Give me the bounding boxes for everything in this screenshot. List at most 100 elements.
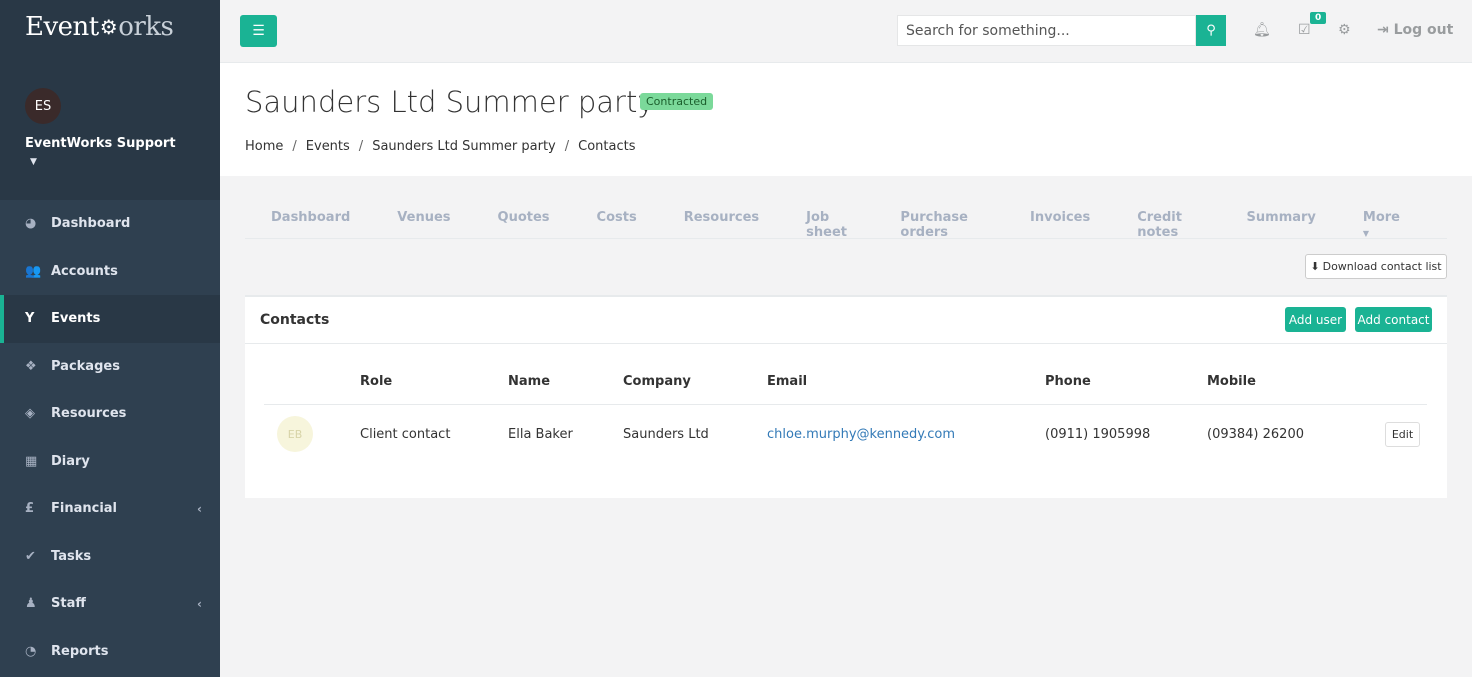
email-link[interactable]: chloe.murphy@kennedy.com [767, 427, 955, 442]
sidebar-item-staff[interactable]: ♟ Staff ‹ [0, 580, 220, 628]
sidebar: Event ⚙ orks ES EventWorks Support ▼ ◕ Dash… [0, 0, 220, 677]
table-header-row: Role Name Company Email Phone Mobile [264, 360, 1427, 405]
sidebar-item-packages[interactable]: ❖ Packages [0, 343, 220, 391]
user-icon: ♟ [25, 596, 37, 612]
column-header-email: Email [767, 360, 1045, 405]
sidebar-item-resources[interactable]: ◈ Resources [0, 390, 220, 438]
breadcrumb-separator: / [292, 139, 297, 154]
tab-quotes[interactable]: Quotes [498, 198, 550, 238]
dashboard-icon: ◕ [25, 216, 37, 232]
search-button[interactable]: ⚲ [1196, 15, 1226, 46]
sidebar-item-label: Financial [51, 501, 118, 517]
add-contact-button[interactable]: Add contact [1355, 307, 1432, 332]
sidebar-item-label: Diary [51, 453, 90, 469]
download-contact-list-button[interactable]: ⬇ Download contact list [1305, 254, 1447, 279]
tasks-check-icon[interactable]: ☑ [1298, 22, 1311, 38]
sign-out-icon: ⇥ [1377, 22, 1389, 38]
chevron-left-icon: ‹ [197, 501, 202, 516]
hamburger-icon: ☰ [252, 23, 265, 39]
pie-chart-icon: ◔ [25, 643, 37, 659]
tab-job-sheet[interactable]: Job sheet [806, 198, 853, 240]
sidebar-item-label: Tasks [51, 548, 92, 564]
logout-label: Log out [1393, 22, 1454, 38]
logout-link[interactable]: ⇥ Log out [1377, 22, 1453, 38]
sidebar-item-label: Packages [51, 358, 120, 374]
column-header-role: Role [360, 360, 508, 405]
column-header-name: Name [508, 360, 623, 405]
table-row: EB Client contact Ella Baker Saunders Lt… [264, 404, 1427, 464]
logo-gear-icon: ⚙ [99, 15, 118, 39]
breadcrumb-home[interactable]: Home [245, 139, 283, 154]
sidebar-item-dashboard[interactable]: ◕ Dashboard [0, 200, 220, 248]
sidebar-item-tasks[interactable]: ✔ Tasks [0, 533, 220, 581]
cell-company: Saunders Ltd [623, 426, 709, 442]
tab-invoices[interactable]: Invoices [1030, 198, 1090, 238]
tab-more-label: More [1362, 210, 1401, 225]
sidebar-item-events[interactable]: Y Events [0, 295, 220, 343]
cell-avatar: EB [264, 404, 360, 464]
logo-text-prefix: Event [25, 12, 99, 42]
panel-title: Contacts [260, 312, 330, 328]
tab-credit-notes[interactable]: Credit notes [1137, 198, 1199, 240]
breadcrumb-event[interactable]: Saunders Ltd Summer party [372, 139, 556, 154]
logo-text-suffix: orks [118, 12, 174, 42]
status-badge: Contracted [640, 93, 714, 110]
tab-dashboard[interactable]: Dashboard [271, 198, 350, 238]
top-navbar: ☰ Search for something... ⚲ 🔔︎ ☑ 0 ⚙ ⇥ L… [220, 0, 1472, 63]
bell-icon[interactable]: 🔔︎ [1253, 22, 1271, 38]
sidebar-item-label: Staff [51, 596, 86, 612]
sidebar-item-label: Resources [51, 406, 127, 422]
cube-icon: ◈ [25, 406, 35, 422]
sidebar-item-reports[interactable]: ◔ Reports [0, 628, 220, 676]
sidebar-item-accounts[interactable]: 👥 Accounts [0, 248, 220, 296]
breadcrumb-events[interactable]: Events [306, 139, 350, 154]
profile-name[interactable]: EventWorks Support [25, 136, 195, 151]
pound-icon: £ [25, 501, 35, 517]
sidebar-item-label: Accounts [51, 263, 118, 279]
column-header-mobile: Mobile [1207, 360, 1357, 405]
column-header-avatar [264, 360, 360, 405]
breadcrumb-current: Contacts [578, 139, 636, 154]
tab-more[interactable]: More ▼ [1363, 198, 1400, 238]
contacts-table: Role Name Company Email Phone Mobile EB … [264, 360, 1427, 464]
breadcrumb-separator: / [358, 139, 364, 154]
sidebar-item-label: Events [51, 311, 101, 327]
avatar[interactable]: ES [25, 88, 61, 124]
breadcrumb: Home / Events / Saunders Ltd Summer part… [245, 139, 636, 154]
app-logo[interactable]: Event ⚙ orks [0, 0, 220, 54]
column-header-company: Company [623, 360, 767, 405]
profile-caret-icon[interactable]: ▼ [25, 157, 195, 167]
users-icon: 👥 [25, 263, 42, 279]
breadcrumb-separator: / [564, 139, 570, 154]
menu-toggle-button[interactable]: ☰ [240, 15, 277, 47]
page-title: Saunders Ltd Summer party [245, 85, 655, 119]
tab-purchase-orders[interactable]: Purchase orders [900, 198, 983, 240]
sidebar-item-financial[interactable]: £ Financial ‹ [0, 485, 220, 533]
cell-role: Client contact [360, 426, 451, 442]
cubes-icon: ❖ [25, 358, 37, 374]
calendar-icon: ▦ [25, 453, 38, 469]
contacts-panel: Contacts Add user Add contact Role Name … [245, 295, 1447, 498]
sidebar-item-label: Dashboard [51, 216, 131, 232]
tab-venues[interactable]: Venues [397, 198, 450, 238]
tasks-count-badge: 0 [1310, 12, 1327, 24]
tab-costs[interactable]: Costs [597, 198, 637, 238]
add-user-button[interactable]: Add user [1285, 307, 1346, 332]
cell-phone: (0911) 1905998 [1045, 426, 1151, 442]
sidebar-item-diary[interactable]: ▦ Diary [0, 438, 220, 486]
sidebar-nav: ◕ Dashboard 👥 Accounts Y Events ❖ Packages ◈… [0, 200, 220, 675]
search-icon: ⚲ [1206, 23, 1216, 38]
cell-name: Ella Baker [508, 426, 573, 442]
download-label: Download contact list [1322, 260, 1442, 273]
cell-actions: Edit [1357, 404, 1427, 464]
download-icon: ⬇ [1310, 260, 1320, 273]
gear-icon[interactable]: ⚙ [1338, 22, 1351, 38]
search-input[interactable]: Search for something... [897, 15, 1196, 46]
tab-summary[interactable]: Summary [1247, 198, 1316, 238]
column-header-actions [1357, 360, 1427, 405]
column-header-phone: Phone [1045, 360, 1207, 405]
check-icon: ✔ [25, 548, 36, 564]
tab-resources[interactable]: Resources [684, 198, 759, 238]
avatar: EB [277, 416, 313, 453]
edit-button[interactable]: Edit [1385, 421, 1420, 447]
